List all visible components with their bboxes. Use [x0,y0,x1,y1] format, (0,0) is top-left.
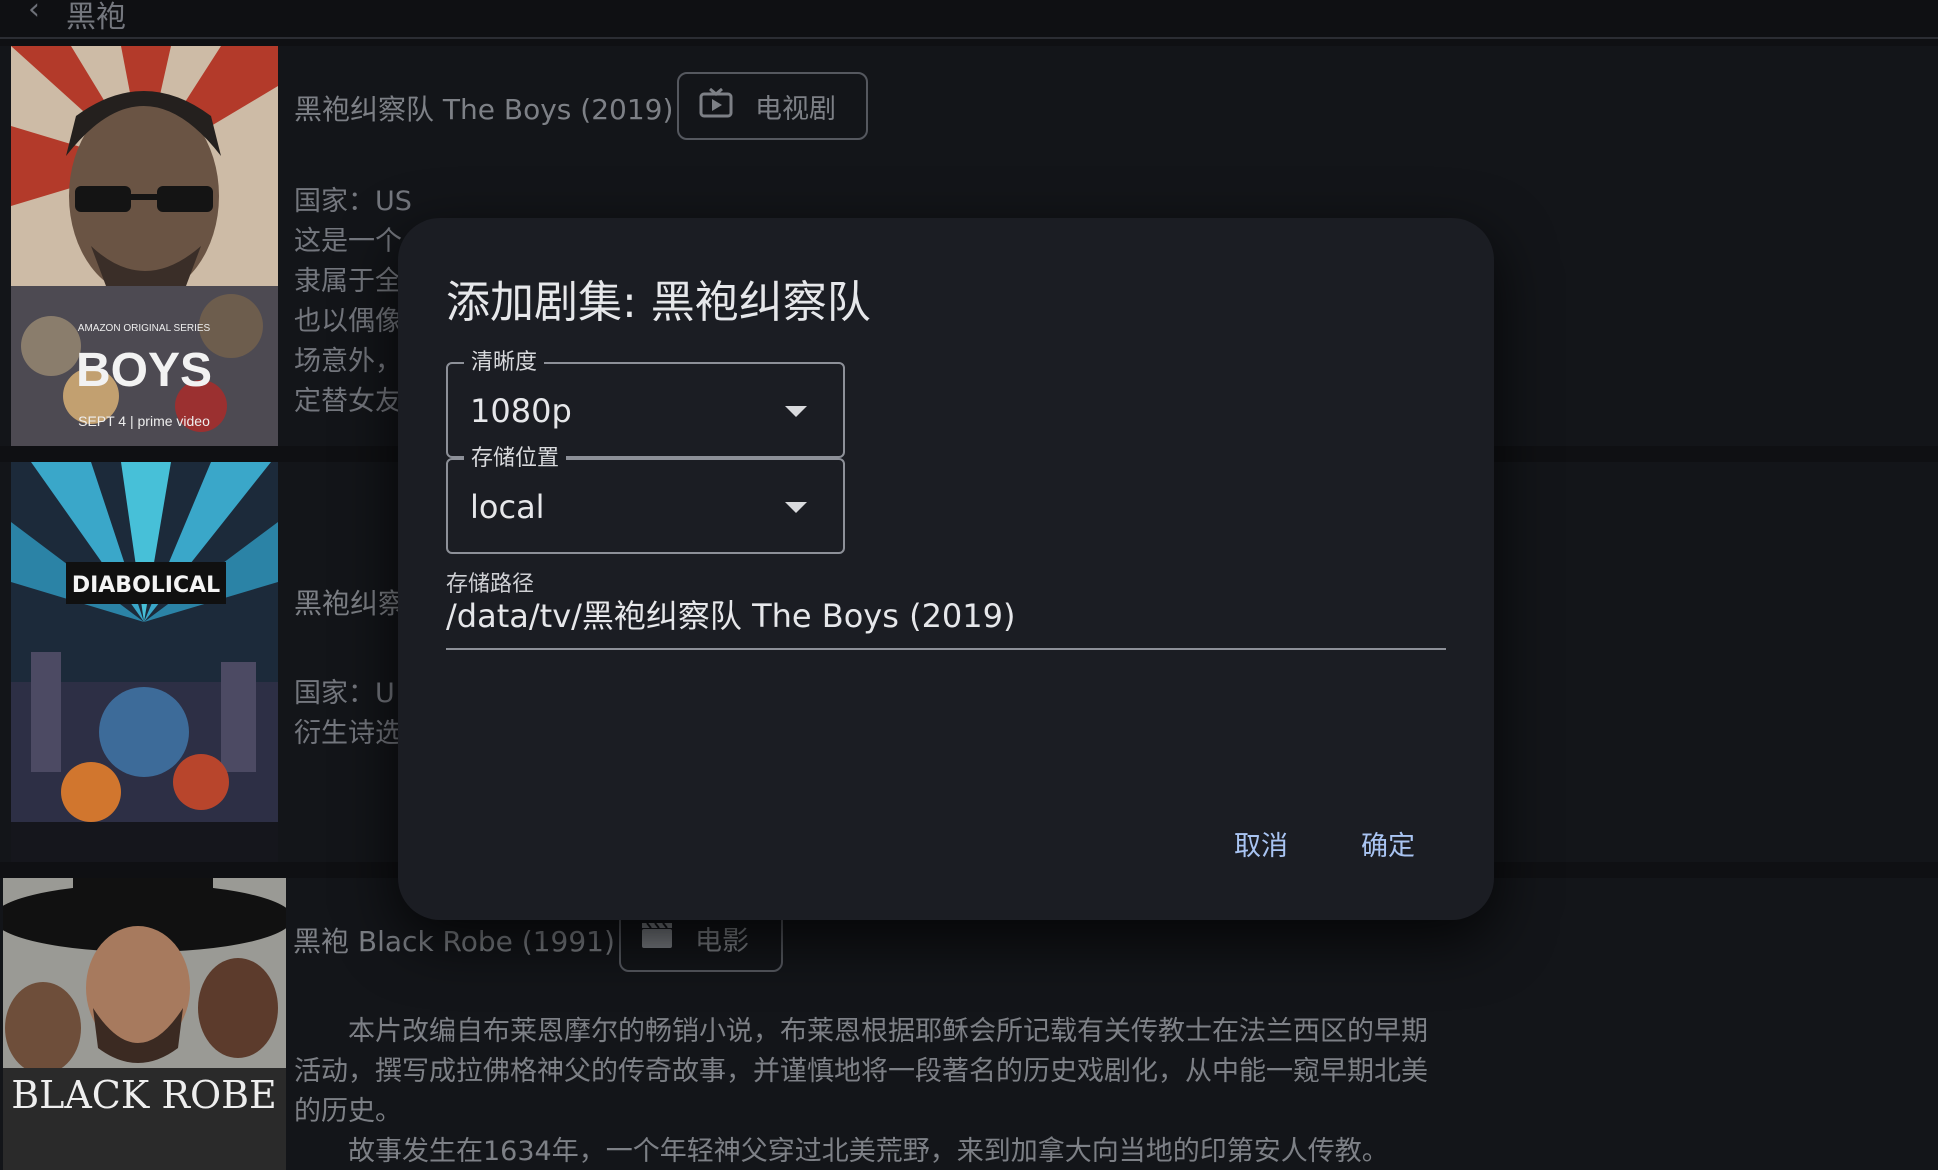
meta-line: 场意外， [294,346,402,377]
result-meta: 国家：US 这是一个 隶属于全 也以偶像 场意外， 定替女友 [294,182,412,422]
dialog-title: 添加剧集: 黑袍纠察队 [446,277,871,328]
poster-image: AMAZON ORIGINAL SERIES BOYS SEPT 4 | pri… [11,46,278,446]
quality-value: 1080p [470,392,572,430]
svg-text:SEPT 4 | prime video: SEPT 4 | prime video [78,413,210,429]
meta-line: 国家：U [294,678,395,709]
svg-text:DIABOLICAL: DIABOLICAL [72,573,220,598]
storage-label: 存储位置 [464,446,567,472]
meta-line: 衍生诗选 [294,718,402,749]
poster-image: BLACK ROBE [3,878,286,1170]
poster-image: DIABOLICAL [11,462,278,862]
result-title[interactable]: 黑袍 Black Robe (1991) [293,920,615,960]
header-bar: ‹ 黑袍 [0,0,1938,39]
chevron-left-icon[interactable]: ‹ [28,0,40,27]
meta-line: 也以偶像 [294,306,402,337]
svg-text:BOYS: BOYS [76,344,212,397]
dropdown-arrow-icon[interactable] [785,502,807,513]
page: ‹ 黑袍 AMAZON ORIGINAL SERIES BOYS SEPT 4 … [0,0,1938,1170]
storage-value: local [470,488,545,526]
type-label: 电影 [695,925,749,957]
result-description: 本片改编自布莱恩摩尔的畅销小说，布莱恩根据耶稣会所记载有关传教士在法兰西区的早期… [294,1012,1444,1170]
add-series-dialog: 添加剧集: 黑袍纠察队 清晰度 1080p 存储位置 local 存储路径 /d… [398,218,1494,920]
clapperboard-icon [641,921,673,956]
poster-logo-text: BLACK ROBE [11,1073,277,1117]
result-meta: 国家：U 衍生诗选 [294,674,402,754]
meta-line: 隶属于全 [294,266,402,297]
cancel-button[interactable]: 取消 [1234,824,1288,863]
meta-line: 定替女友 [294,386,402,417]
storage-select[interactable]: 存储位置 local [446,446,845,554]
type-chip: 电视剧 [677,72,868,140]
path-input[interactable]: /data/tv/黑袍纠察队 The Boys (2019) [446,594,1446,650]
confirm-button[interactable]: 确定 [1361,824,1415,863]
page-title: 黑袍 [66,0,126,35]
meta-line: 国家：US [294,186,412,217]
type-label: 电视剧 [755,93,836,125]
result-title[interactable]: 黑袍纠察队 The Boys (2019) [294,88,673,128]
tv-icon [699,87,733,125]
result-title[interactable]: 黑袍纠察 [294,582,406,622]
description-paragraph: 故事发生在1634年，一个年轻神父穿过北美荒野，来到加拿大向当地的印第安人传教。 [348,1136,1389,1167]
quality-label: 清晰度 [464,350,545,376]
svg-text:AMAZON ORIGINAL SERIES: AMAZON ORIGINAL SERIES [78,323,211,334]
meta-line: 这是一个 [294,226,402,257]
dropdown-arrow-icon[interactable] [785,406,807,417]
quality-select[interactable]: 清晰度 1080p [446,350,845,458]
description-paragraph: 本片改编自布莱恩摩尔的畅销小说，布莱恩根据耶稣会所记载有关传教士在法兰西区的早期… [294,1016,1428,1127]
result-row[interactable]: BLACK ROBE 黑袍 Black Robe (1991) 电影 本片改编自… [0,878,1938,1170]
